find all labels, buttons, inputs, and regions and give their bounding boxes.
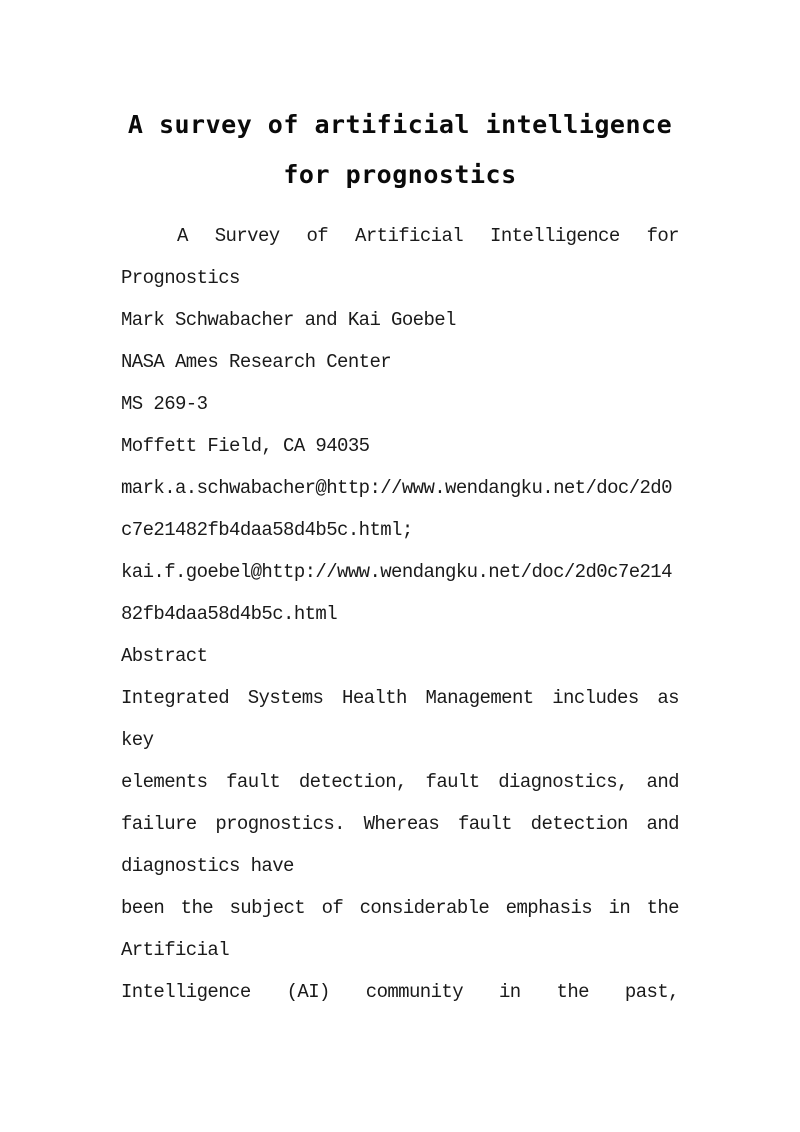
word: considerable xyxy=(359,897,490,919)
word: prognostics. xyxy=(215,813,345,835)
word: Intelligence xyxy=(490,225,620,247)
word: Systems xyxy=(247,687,324,709)
text-line: key xyxy=(121,729,154,751)
word: in xyxy=(608,897,631,919)
text-line: NASA Ames Research Center xyxy=(121,351,392,373)
text-line: Mark Schwabacher and Kai Goebel xyxy=(121,309,456,331)
text-line: A Survey of Artificial Intelligence for xyxy=(121,222,680,264)
word: of xyxy=(321,897,344,919)
text-line: Prognostics xyxy=(121,267,240,289)
word: Artificial xyxy=(355,225,464,247)
word: and xyxy=(646,771,680,793)
word: been xyxy=(121,897,165,919)
word: past, xyxy=(624,981,680,1003)
word: detection, xyxy=(298,771,408,793)
word: Survey xyxy=(214,225,280,247)
word: fault xyxy=(425,771,481,793)
word: community xyxy=(365,981,464,1003)
document-title-line-2: for prognostics xyxy=(283,160,517,189)
text-line: Moffett Field, CA 94035 xyxy=(121,435,370,457)
text-line: mark.a.schwabacher@http://www.wendangku.… xyxy=(121,477,673,499)
word: A xyxy=(177,225,188,247)
word: Health xyxy=(342,687,407,709)
word: elements xyxy=(121,771,208,793)
word: and xyxy=(646,813,680,835)
word: the xyxy=(646,897,680,919)
word: the xyxy=(556,981,590,1003)
word: emphasis xyxy=(505,897,593,919)
text-line: diagnostics have xyxy=(121,855,294,877)
document-title-line-1: A survey of artificial intelligence xyxy=(127,110,673,139)
word: of xyxy=(306,225,329,247)
word: Integrated xyxy=(121,687,230,709)
word: (AI) xyxy=(286,981,331,1003)
word: detection xyxy=(530,813,629,835)
text-line: been the subject of considerable emphasis in th… xyxy=(121,894,680,936)
text-line: Integrated Systems Health Management include… xyxy=(121,684,680,726)
word: Intelligence xyxy=(121,981,251,1003)
word: failure xyxy=(121,813,197,835)
text-line: kai.f.goebel@http://www.wendangku.net/do… xyxy=(121,561,673,583)
document-page: A survey of artificial intelligence for … xyxy=(0,0,800,1132)
text-line: elements fault detection, fault diagnostics,… xyxy=(121,768,680,810)
text-line: Intelligence (AI) community in the past, xyxy=(121,978,680,1020)
word: includes xyxy=(552,687,639,709)
text-line: c7e21482fb4daa58d4b5c.html; xyxy=(121,519,413,541)
word: fault xyxy=(226,771,281,793)
word: fault xyxy=(457,813,513,835)
text-line: 82fb4daa58d4b5c.html xyxy=(121,603,338,625)
word: diagnostics, xyxy=(498,771,628,793)
word: Management xyxy=(425,687,535,709)
word: for xyxy=(646,225,680,247)
word: as xyxy=(657,687,679,709)
text-line: failure prognostics. Whereas fault detection… xyxy=(121,810,680,852)
word: subject xyxy=(229,897,306,919)
text-line: Abstract xyxy=(121,645,208,667)
text-line: Artificial xyxy=(121,939,230,961)
word: Whereas xyxy=(363,813,440,835)
document-body: A Survey of Artificial Intelligence for Progno… xyxy=(121,222,680,1020)
word: in xyxy=(498,981,521,1003)
word: the xyxy=(180,897,214,919)
text-line: MS 269-3 xyxy=(121,393,208,415)
